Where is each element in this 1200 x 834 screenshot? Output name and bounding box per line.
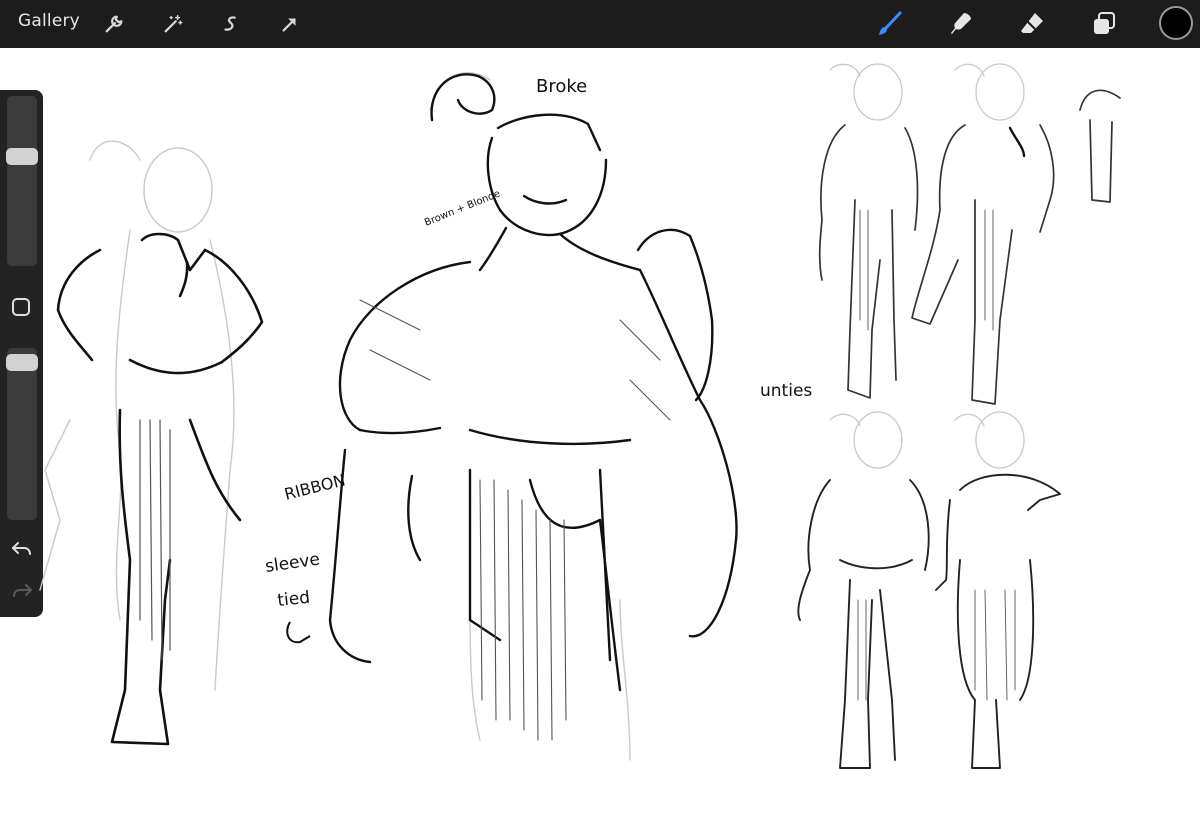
- eraser-icon[interactable]: [1016, 8, 1048, 40]
- note-unties: unties: [760, 381, 812, 401]
- handwritten-notes: Broke Brown + Blonde RIBBON sleeve tied …: [264, 76, 812, 644]
- layers-icon[interactable]: [1088, 8, 1120, 40]
- brush-icon[interactable]: [874, 8, 906, 40]
- wrench-icon[interactable]: [98, 8, 130, 40]
- gallery-button[interactable]: Gallery: [18, 11, 80, 31]
- note-broke: Broke: [536, 76, 587, 97]
- main-character-sketch: [328, 72, 738, 761]
- upper-right-figures-sketch: [818, 63, 1121, 405]
- arrow-icon[interactable]: [274, 8, 306, 40]
- selection-icon[interactable]: [215, 8, 247, 40]
- smudge-icon[interactable]: [945, 8, 977, 40]
- note-ribbon: RIBBON: [282, 470, 347, 503]
- magic-wand-icon[interactable]: [157, 8, 189, 40]
- note-hair: Brown + Blonde: [423, 188, 502, 228]
- note-sleeve: sleeve: [264, 549, 321, 576]
- lower-right-figures-sketch: [797, 411, 1061, 769]
- drawing-canvas[interactable]: Broke Brown + Blonde RIBBON sleeve tied …: [0, 48, 1200, 834]
- curved-arrow-mark: [286, 621, 311, 644]
- note-tied: tied: [276, 588, 311, 611]
- top-toolbar: Gallery: [0, 0, 1200, 48]
- color-picker-button[interactable]: [1159, 6, 1193, 40]
- left-figure-sketch: [39, 140, 264, 746]
